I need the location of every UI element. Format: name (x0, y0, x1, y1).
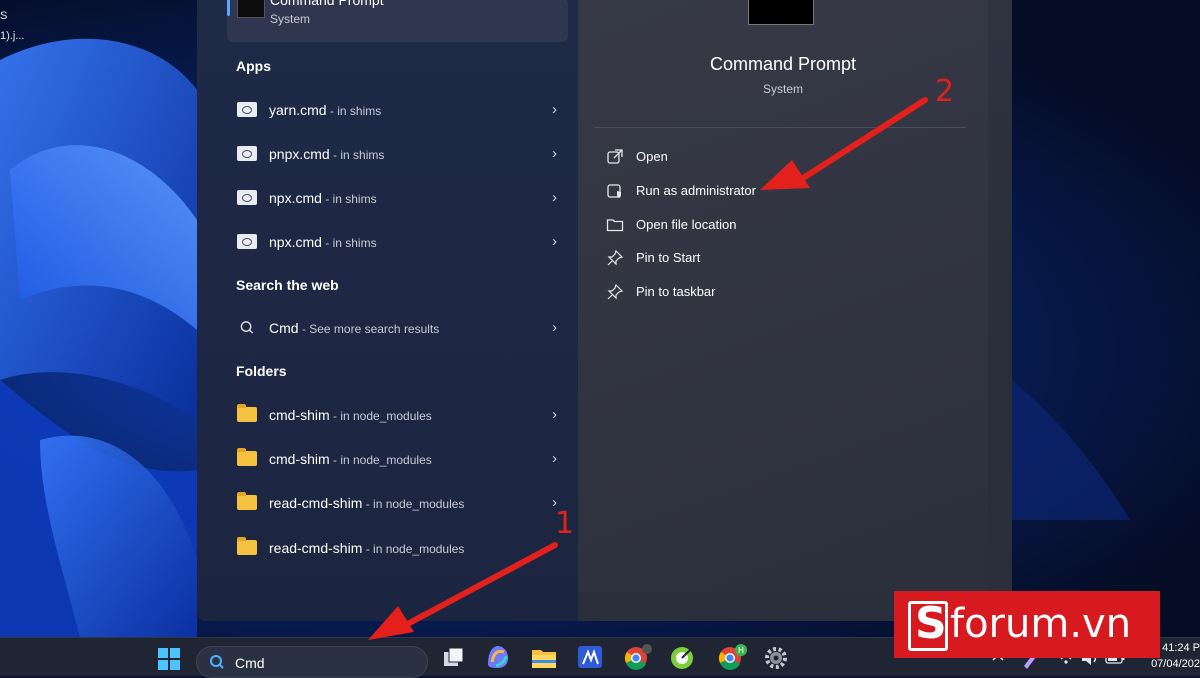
action-pin-to-start[interactable]: Pin to Start (606, 247, 906, 271)
desktop-label-fragment: 1).j... (0, 30, 25, 42)
search-input[interactable] (233, 653, 417, 673)
folder-icon (237, 537, 257, 555)
annotation-label-1: 1 (555, 506, 575, 541)
action-label: Open (636, 149, 668, 164)
section-title-apps: Apps (236, 58, 271, 74)
result-location: - in node_modules (362, 497, 465, 511)
result-name: cmd-shim (269, 407, 330, 423)
folder-result-item[interactable]: read-cmd-shim - in node_modules (227, 530, 557, 566)
app-result-item[interactable]: npx.cmd - in shims › (227, 224, 557, 260)
chevron-right-icon[interactable]: › (552, 189, 557, 206)
chevron-right-icon[interactable]: › (552, 406, 557, 423)
chevron-right-icon[interactable]: › (552, 319, 557, 336)
chevron-right-icon[interactable]: › (552, 450, 557, 467)
search-icon (240, 321, 254, 334)
desktop-label-fragment: S (0, 10, 8, 22)
action-open[interactable]: Open (606, 146, 906, 170)
result-location: - in shims (326, 104, 382, 118)
section-title-web: Search the web (236, 277, 339, 293)
folder-result-item[interactable]: read-cmd-shim - in node_modules › (227, 485, 557, 521)
folder-result-item[interactable]: cmd-shim - in node_modules › (227, 397, 557, 433)
result-detail-pane: Command Prompt System Open Run as admini… (578, 0, 988, 592)
folder-icon (237, 404, 257, 422)
search-icon (210, 655, 224, 669)
search-results-list: Command Prompt System Apps yarn.cmd - in… (197, 0, 578, 621)
action-label: Pin to taskbar (636, 284, 716, 299)
pin-icon (607, 283, 624, 300)
app-result-item[interactable]: yarn.cmd - in shims › (227, 92, 557, 128)
action-pin-to-taskbar[interactable]: Pin to taskbar (606, 281, 906, 305)
chevron-right-icon[interactable]: › (552, 101, 557, 118)
start-menu-search-panel: Command Prompt System Apps yarn.cmd - in… (197, 0, 1012, 621)
shield-admin-icon (607, 184, 621, 198)
annotation-label-2: 2 (935, 74, 955, 109)
app-icon[interactable] (576, 638, 604, 676)
folder-result-item[interactable]: cmd-shim - in node_modules › (227, 441, 557, 477)
result-location: - in node_modules (362, 542, 465, 556)
result-name: read-cmd-shim (269, 540, 363, 556)
result-location: - in node_modules (329, 409, 432, 423)
best-match-result[interactable]: Command Prompt System (227, 0, 568, 42)
result-name: cmd-shim (269, 451, 330, 467)
section-title-folders: Folders (236, 363, 287, 379)
action-label: Open file location (636, 217, 737, 232)
sforum-logo: S forum.vn (894, 591, 1160, 658)
script-file-icon (237, 234, 257, 249)
result-name: pnpx.cmd (269, 146, 330, 162)
file-explorer-icon[interactable] (530, 638, 558, 676)
result-location: - in shims (321, 236, 377, 250)
chevron-right-icon[interactable]: › (552, 145, 557, 162)
logo-mark: S (908, 598, 948, 651)
action-label: Run as administrator (636, 183, 756, 198)
selection-indicator (227, 0, 230, 16)
folder-icon (237, 492, 257, 510)
result-name: Cmd (269, 320, 299, 336)
command-prompt-icon (237, 0, 265, 18)
script-file-icon (237, 102, 257, 117)
taskbar-search-box[interactable] (196, 646, 428, 678)
logo-text: forum.vn (950, 601, 1132, 647)
open-external-icon (607, 149, 623, 164)
result-name: npx.cmd (269, 234, 322, 250)
result-location: - in node_modules (329, 453, 432, 467)
best-match-title: Command Prompt (270, 0, 384, 8)
action-label: Pin to Start (636, 250, 701, 265)
chevron-right-icon[interactable]: › (552, 233, 557, 250)
action-open-file-location[interactable]: Open file location (606, 214, 906, 238)
app-result-item[interactable]: npx.cmd - in shims › (227, 180, 557, 216)
result-name: read-cmd-shim (269, 495, 363, 511)
pin-icon (607, 249, 624, 266)
result-name: npx.cmd (269, 190, 322, 206)
script-file-icon (237, 190, 257, 205)
chrome-icon[interactable] (622, 638, 652, 676)
result-location: - See more search results (298, 322, 440, 336)
chrome-profile-icon[interactable]: H (716, 638, 748, 676)
clock-date[interactable]: 07/04/202 (1142, 658, 1200, 670)
folder-icon (606, 219, 624, 232)
best-match-subtitle: System (270, 12, 311, 26)
folder-icon (237, 448, 257, 466)
web-search-result[interactable]: Cmd - See more search results › (227, 310, 557, 346)
detail-title: Command Prompt (709, 54, 857, 74)
result-location: - in shims (329, 148, 385, 162)
command-prompt-icon (748, 0, 814, 25)
task-view-icon[interactable] (440, 638, 466, 676)
detail-subtitle: System (762, 82, 803, 96)
result-name: yarn.cmd (269, 102, 327, 118)
copilot-icon[interactable] (484, 638, 512, 676)
script-file-icon (237, 146, 257, 161)
divider (594, 127, 966, 128)
app-result-item[interactable]: pnpx.cmd - in shims › (227, 136, 557, 172)
profile-badge-letter: H (738, 646, 744, 655)
windows-start-icon[interactable] (156, 638, 182, 676)
action-run-as-administrator[interactable]: Run as administrator (606, 180, 906, 204)
coccoc-icon[interactable] (668, 638, 698, 676)
result-location: - in shims (321, 192, 377, 206)
settings-icon[interactable] (762, 638, 790, 676)
